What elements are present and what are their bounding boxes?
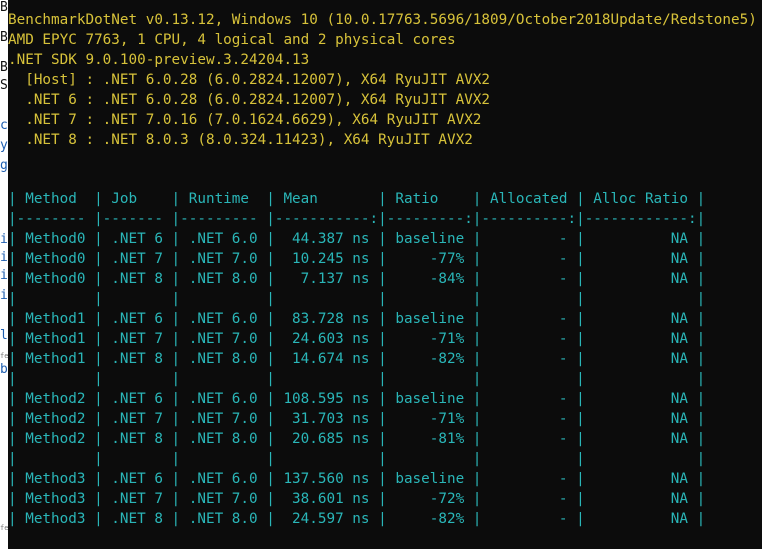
background-text-fragment: g — [0, 158, 8, 173]
background-text-fragment: i — [0, 232, 8, 247]
table-row: | Method2 | .NET 7 | .NET 7.0 | 31.703 n… — [8, 411, 706, 427]
background-text-fragment: c — [0, 118, 8, 133]
table-row: | Method0 | .NET 6 | .NET 6.0 | 44.387 n… — [8, 231, 706, 247]
background-text-fragment: B — [0, 60, 8, 75]
background-text-fragment: i — [0, 250, 8, 265]
table-row: | Method2 | .NET 6 | .NET 6.0 | 108.595 … — [8, 391, 706, 407]
header-line-net8: .NET 8 : .NET 8.0.3 (8.0.324.11423), X64… — [8, 132, 473, 148]
background-text-fragment: S — [0, 78, 8, 93]
console-window[interactable]: B B B S c y g i i i i l b fe fe Benchmar… — [0, 0, 762, 549]
background-text-fragment: fe — [0, 352, 8, 360]
background-text-fragment: fe — [0, 524, 8, 532]
header-line-cpu: AMD EPYC 7763, 1 CPU, 4 logical and 2 ph… — [8, 32, 456, 48]
table-row: | Method0 | .NET 8 | .NET 8.0 | 7.137 ns… — [8, 271, 706, 287]
table-row: | Method3 | .NET 7 | .NET 7.0 | 38.601 n… — [8, 491, 706, 507]
table-row: | Method1 | .NET 8 | .NET 8.0 | 14.674 n… — [8, 351, 706, 367]
table-header-row: | Method | Job | Runtime | Mean | Ratio … — [8, 191, 706, 207]
background-text-fragment: B — [0, 30, 8, 45]
header-line-version: BenchmarkDotNet v0.13.12, Windows 10 (10… — [8, 12, 757, 28]
table-row: | Method1 | .NET 6 | .NET 6.0 | 83.728 n… — [8, 311, 706, 327]
table-row: | Method0 | .NET 7 | .NET 7.0 | 10.245 n… — [8, 251, 706, 267]
table-empty-row: | | | | | | | | — [8, 451, 706, 467]
background-text-fragment: i — [0, 288, 8, 303]
background-text-fragment: B — [0, 0, 8, 15]
table-empty-row: | | | | | | | | — [8, 291, 706, 307]
table-row: | Method2 | .NET 8 | .NET 8.0 | 20.685 n… — [8, 431, 706, 447]
header-line-net7: .NET 7 : .NET 7.0.16 (7.0.1624.6629), X6… — [8, 112, 482, 128]
header-line-sdk: .NET SDK 9.0.100-preview.3.24204.13 — [8, 52, 310, 68]
table-empty-row: | | | | | | | | — [8, 371, 706, 387]
table-row: | Method3 | .NET 8 | .NET 8.0 | 24.597 n… — [8, 511, 706, 527]
background-text-fragment: i — [0, 268, 8, 283]
header-line-net6: .NET 6 : .NET 6.0.28 (6.0.2824.12007), X… — [8, 92, 491, 108]
background-text-fragment: b — [0, 362, 8, 377]
table-row: | Method3 | .NET 6 | .NET 6.0 | 137.560 … — [8, 471, 706, 487]
table-row: | Method1 | .NET 7 | .NET 7.0 | 24.603 n… — [8, 331, 706, 347]
table-separator-row: |-------- |------- |--------- |---------… — [8, 211, 706, 227]
background-text-fragment: y — [0, 138, 8, 153]
header-line-host: [Host] : .NET 6.0.28 (6.0.2824.12007), X… — [8, 72, 491, 88]
background-text-fragment: l — [0, 328, 8, 343]
